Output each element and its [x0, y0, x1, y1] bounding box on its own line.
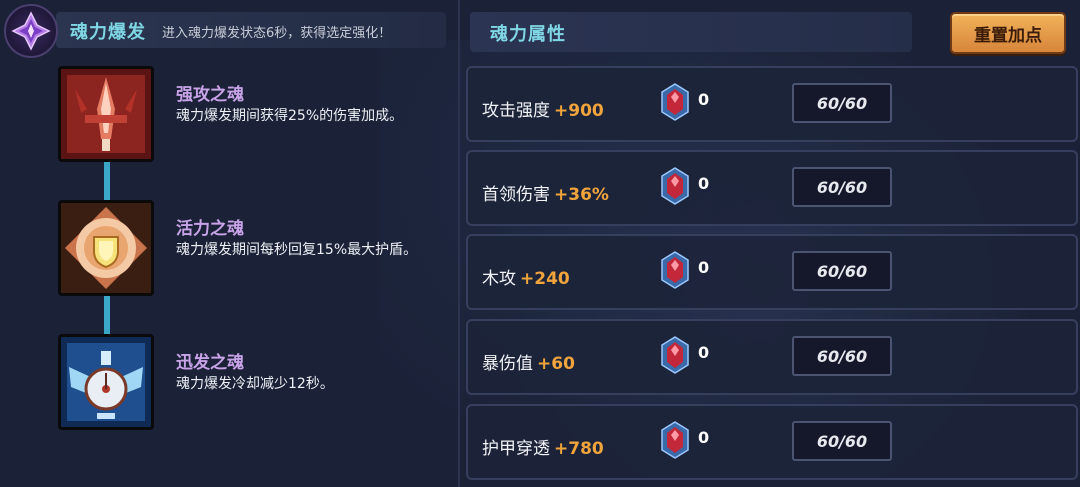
purple-crystal-emblem-icon: [4, 4, 58, 58]
soul-attributes-title-bar: 魂力属性: [470, 12, 912, 52]
attribute-row-boss-damage[interactable]: 首领伤害 +36% 0 60/60: [466, 150, 1078, 226]
soul-burst-title-bar: 魂力爆发 进入魂力爆发状态6秒，获得选定强化！: [56, 12, 446, 48]
gem-count: 0: [698, 258, 710, 277]
attribute-row-attack[interactable]: 攻击强度 +900 0 60/60: [466, 66, 1078, 142]
gem-count: 0: [698, 428, 710, 447]
red-gem-icon: [661, 251, 689, 289]
red-gem-icon: [661, 421, 689, 459]
attribute-bonus: +780: [554, 439, 604, 459]
gem-count: 0: [698, 90, 710, 109]
soul-burst-title: 魂力爆发: [70, 22, 146, 43]
soul-description: 魂力爆发冷却减少12秒。: [176, 376, 334, 392]
attribute-cap: 60/60: [792, 251, 892, 291]
attribute-cap: 60/60: [792, 421, 892, 461]
attribute-bonus: +60: [537, 354, 575, 374]
attribute-bonus: +240: [520, 269, 570, 289]
attribute-name: 暴伤值: [482, 354, 533, 374]
gem-count: 0: [698, 343, 710, 362]
attribute-label: 暴伤值 +60: [482, 349, 575, 374]
gem-count: 0: [698, 174, 710, 193]
attribute-label: 木攻 +240: [482, 264, 570, 289]
red-gem-icon: [661, 336, 689, 374]
red-gem-icon: [661, 83, 689, 121]
soul-burst-header: 魂力爆发 进入魂力爆发状态6秒，获得选定强化！: [0, 0, 450, 62]
attribute-cap: 60/60: [792, 336, 892, 376]
soul-description: 魂力爆发期间每秒回复15%最大护盾。: [176, 242, 418, 258]
reset-points-button[interactable]: 重置加点: [950, 12, 1066, 54]
soul-attributes-title: 魂力属性: [490, 24, 566, 45]
soul-name: 强攻之魂: [176, 85, 244, 105]
attribute-bonus: +900: [554, 101, 604, 121]
attribute-row-wood-attack[interactable]: 木攻 +240 0 60/60: [466, 234, 1078, 310]
attribute-bonus: +36%: [554, 185, 609, 205]
soul-option-power[interactable]: 强攻之魂 魂力爆发期间获得25%的伤害加成。: [58, 66, 458, 166]
attribute-name: 护甲穿透: [482, 439, 550, 459]
red-gem-icon: [661, 167, 689, 205]
attribute-label: 首领伤害 +36%: [482, 180, 609, 205]
attribute-label: 护甲穿透 +780: [482, 434, 604, 459]
attribute-label: 攻击强度 +900: [482, 96, 604, 121]
soul-option-vitality[interactable]: 活力之魂 魂力爆发期间每秒回复15%最大护盾。: [58, 200, 458, 300]
attribute-row-armor-penetration[interactable]: 护甲穿透 +780 0 60/60: [466, 404, 1078, 480]
attribute-name: 木攻: [482, 269, 516, 289]
attribute-cap: 60/60: [792, 83, 892, 123]
attribute-name: 攻击强度: [482, 101, 550, 121]
golden-shield-icon: [58, 200, 154, 296]
attribute-row-crit-damage[interactable]: 暴伤值 +60 0 60/60: [466, 319, 1078, 395]
winged-clock-icon: [58, 334, 154, 430]
attribute-cap: 60/60: [792, 167, 892, 207]
soul-burst-description: 进入魂力爆发状态6秒，获得选定强化！: [162, 26, 392, 41]
soul-name: 迅发之魂: [176, 353, 244, 373]
red-sword-icon: [58, 66, 154, 162]
soul-name: 活力之魂: [176, 219, 244, 239]
soul-option-swift[interactable]: 迅发之魂 魂力爆发冷却减少12秒。: [58, 334, 458, 434]
soul-description: 魂力爆发期间获得25%的伤害加成。: [176, 108, 404, 124]
panel-divider: [458, 0, 460, 487]
attribute-name: 首领伤害: [482, 185, 550, 205]
